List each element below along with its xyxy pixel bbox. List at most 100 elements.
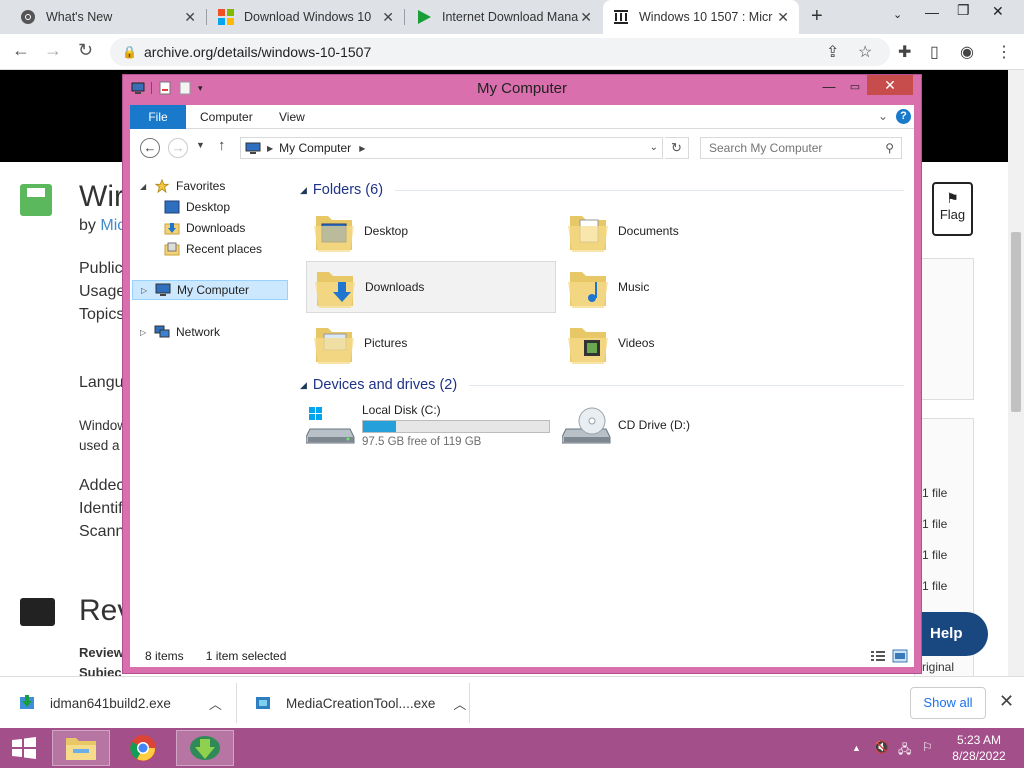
up-arrow-icon[interactable]: ↑: [218, 137, 226, 154]
videos-folder-icon: [568, 328, 608, 364]
download-options-chevron-icon[interactable]: ︿: [209, 694, 222, 713]
share-icon[interactable]: ⇪: [826, 42, 839, 62]
new-tab-icon[interactable]: +: [811, 5, 823, 28]
help-question-icon[interactable]: ?: [896, 109, 911, 124]
back-arrow-icon[interactable]: ←: [140, 138, 160, 158]
nav-label: Downloads: [186, 221, 246, 235]
action-center-icon[interactable]: ⚐: [922, 740, 933, 754]
show-hidden-icons-icon[interactable]: ▲: [852, 743, 861, 753]
ribbon-tab-file[interactable]: File: [130, 105, 186, 129]
folder-tile-downloads[interactable]: Downloads: [306, 261, 556, 313]
windows-start-icon[interactable]: [10, 736, 38, 760]
music-folder-icon: [568, 272, 608, 308]
meta-scanner: Scann: [79, 523, 125, 540]
ribbon-tab-view[interactable]: View: [265, 105, 319, 129]
nav-my-computer[interactable]: ▷ My Computer: [132, 280, 288, 300]
bookmark-star-icon[interactable]: ☆: [858, 42, 872, 62]
nav-downloads[interactable]: Downloads: [164, 218, 245, 238]
tab-search-chevron-icon[interactable]: ⌄: [893, 8, 902, 21]
group-collapse-icon[interactable]: ◢: [300, 380, 307, 391]
nav-recent-places[interactable]: Recent places: [164, 239, 262, 259]
explorer-minimize-icon[interactable]: —: [819, 77, 839, 97]
nav-desktop[interactable]: Desktop: [164, 197, 230, 217]
menu-kebab-icon[interactable]: ⋮: [996, 42, 1012, 62]
folder-tile-music[interactable]: Music: [560, 261, 810, 313]
tab-whats-new[interactable]: What's New ✕: [10, 0, 206, 34]
address-dropdown-icon[interactable]: ⌄: [650, 142, 658, 153]
folders-group-header[interactable]: ◢ Folders (6): [300, 180, 904, 200]
flag-button[interactable]: ⚑ Flag: [932, 182, 973, 236]
recent-locations-dropdown-icon[interactable]: ▼: [196, 140, 205, 150]
details-view-icon[interactable]: [870, 649, 886, 663]
search-input[interactable]: [701, 138, 871, 158]
profile-avatar-icon[interactable]: ◉: [960, 42, 974, 62]
drive-name: Local Disk (C:): [362, 402, 441, 417]
collapsed-arrow-icon[interactable]: ▷: [141, 286, 151, 295]
tab-download-windows[interactable]: Download Windows 10 ✕: [208, 0, 404, 34]
explorer-close-button[interactable]: ✕: [867, 75, 913, 95]
expand-ribbon-chevron-icon[interactable]: ⌄: [878, 109, 888, 123]
chrome-icon: [130, 735, 156, 761]
drive-usage-fill: [363, 420, 397, 432]
expanded-arrow-icon[interactable]: ◢: [140, 182, 150, 191]
close-tab-icon[interactable]: ✕: [580, 9, 592, 26]
show-all-downloads-button[interactable]: Show all: [910, 687, 986, 719]
restore-icon[interactable]: ❐: [957, 2, 970, 19]
explorer-maximize-icon[interactable]: ▭: [845, 77, 865, 97]
taskbar-file-explorer[interactable]: [52, 730, 110, 766]
taskbar-clock[interactable]: 5:23 AM 8/28/2022: [944, 732, 1014, 764]
close-tab-icon[interactable]: ✕: [382, 9, 394, 26]
scrollbar-thumb[interactable]: [1011, 232, 1021, 412]
file-explorer-icon: [66, 738, 96, 760]
file-count[interactable]: 1 file: [922, 579, 947, 593]
folder-tile-desktop[interactable]: Desktop: [306, 205, 556, 257]
drive-tile-cd-drive-d[interactable]: CD Drive (D:): [562, 399, 690, 451]
recent-places-icon: [164, 242, 180, 256]
file-count[interactable]: 1 file: [922, 486, 947, 500]
large-icons-view-icon[interactable]: [892, 649, 908, 663]
breadcrumb-separator-icon[interactable]: ▶: [359, 144, 365, 153]
back-icon[interactable]: ←: [12, 40, 30, 61]
search-box[interactable]: ⚲: [700, 137, 902, 159]
folder-tile-documents[interactable]: Documents: [560, 205, 810, 257]
close-tab-icon[interactable]: ✕: [184, 9, 196, 26]
file-count[interactable]: 1 file: [922, 517, 947, 531]
nav-favorites[interactable]: ◢ Favorites: [140, 176, 225, 196]
tab-internet-download-manager[interactable]: Internet Download Mana ✕: [406, 0, 602, 34]
close-download-shelf-icon[interactable]: ✕: [999, 691, 1014, 712]
taskbar-chrome[interactable]: [114, 730, 172, 766]
tab-windows-10-1507[interactable]: Windows 10 1507 : Micr ✕: [603, 0, 799, 34]
ribbon-tab-computer[interactable]: Computer: [186, 105, 267, 129]
group-collapse-icon[interactable]: ◢: [300, 185, 307, 196]
breadcrumb-my-computer[interactable]: My Computer: [279, 141, 351, 155]
side-panel-icon[interactable]: ▯: [930, 42, 939, 62]
forward-arrow-icon[interactable]: →: [168, 138, 188, 158]
reload-icon[interactable]: ↻: [78, 40, 93, 61]
close-window-icon[interactable]: ✕: [992, 3, 1004, 20]
taskbar-internet-download-manager[interactable]: [176, 730, 234, 766]
address-bar[interactable]: 🔒 archive.org/details/windows-10-1507: [110, 38, 890, 66]
nav-network[interactable]: ▷ Network: [140, 322, 220, 342]
page-scrollbar[interactable]: [1008, 70, 1024, 676]
file-count[interactable]: 1 file: [922, 548, 947, 562]
forward-icon[interactable]: →: [44, 40, 62, 61]
download-filename: idman641build2.exe: [50, 695, 171, 711]
download-item-idman[interactable]: idman641build2.exe ︿: [18, 677, 222, 729]
folder-tile-pictures[interactable]: Pictures: [306, 317, 556, 369]
review-label: Review: [79, 645, 124, 660]
download-options-chevron-icon[interactable]: ︿: [453, 694, 466, 713]
drive-usage-bar: [362, 419, 550, 433]
network-status-icon[interactable]: 🖧: [898, 740, 911, 761]
minimize-icon[interactable]: —: [925, 4, 939, 20]
devices-group-header[interactable]: ◢ Devices and drives (2): [300, 375, 904, 395]
extensions-icon[interactable]: ✚: [898, 42, 911, 62]
collapsed-arrow-icon[interactable]: ▷: [140, 328, 150, 337]
close-tab-icon[interactable]: ✕: [777, 9, 789, 26]
refresh-icon[interactable]: ↻: [665, 137, 689, 159]
folder-tile-videos[interactable]: Videos: [560, 317, 810, 369]
breadcrumb-separator-icon[interactable]: ▶: [267, 144, 273, 153]
drive-tile-local-disk-c[interactable]: Local Disk (C:) 97.5 GB free of 119 GB: [306, 399, 550, 451]
volume-muted-icon[interactable]: 🔇: [874, 740, 889, 754]
download-item-mediacreationtool[interactable]: MediaCreationTool....exe ︿: [254, 677, 466, 729]
location-bar[interactable]: ▶ My Computer ▶ ⌄: [240, 137, 663, 159]
